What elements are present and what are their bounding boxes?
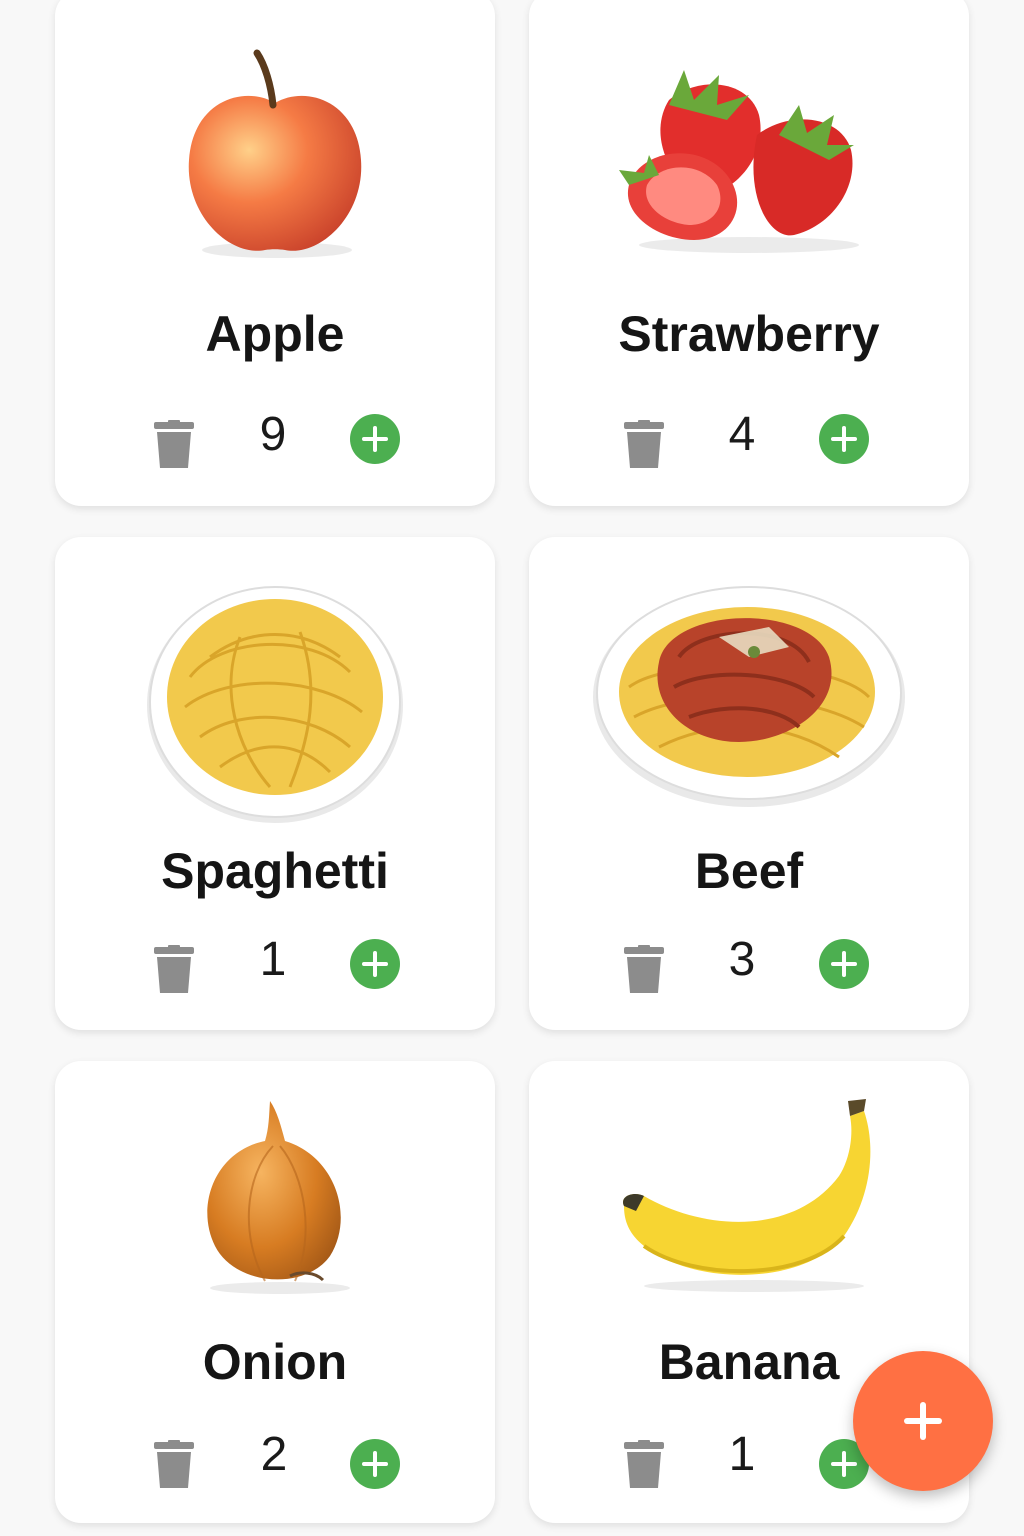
item-quantity: 2 <box>260 1428 288 1481</box>
item-quantity: 3 <box>728 933 756 986</box>
item-quantity: 9 <box>259 408 287 461</box>
spaghetti-icon <box>55 577 495 827</box>
item-name: Beef <box>694 843 804 899</box>
banana-icon <box>529 1096 969 1296</box>
grocery-screen: Apple 9 Strawberry 4 Spaghetti 1 Beef 3 … <box>0 0 1024 1536</box>
trash-icon[interactable] <box>152 945 196 995</box>
item-card-strawberry[interactable]: Strawberry 4 <box>529 0 969 506</box>
add-quantity-button[interactable] <box>350 1439 400 1489</box>
item-card-spaghetti[interactable]: Spaghetti 1 <box>55 537 495 1030</box>
onion-icon <box>55 1096 495 1296</box>
trash-icon[interactable] <box>622 945 666 995</box>
item-name: Onion <box>202 1334 348 1390</box>
item-name: Spaghetti <box>161 843 389 899</box>
item-card-onion[interactable]: Onion 2 <box>55 1061 495 1523</box>
add-quantity-button[interactable] <box>819 939 869 989</box>
beef-icon <box>529 567 969 817</box>
item-quantity: 1 <box>728 1428 756 1481</box>
apple-icon <box>55 45 495 265</box>
item-name: Apple <box>205 306 345 362</box>
add-quantity-button[interactable] <box>350 414 400 464</box>
item-card-apple[interactable]: Apple 9 <box>55 0 495 506</box>
add-quantity-button[interactable] <box>819 414 869 464</box>
add-item-fab[interactable] <box>853 1351 993 1491</box>
item-quantity: 1 <box>259 933 287 986</box>
item-card-beef[interactable]: Beef 3 <box>529 537 969 1030</box>
trash-icon[interactable] <box>152 420 196 470</box>
strawberry-icon <box>529 45 969 265</box>
trash-icon[interactable] <box>622 420 666 470</box>
add-quantity-button[interactable] <box>350 939 400 989</box>
item-quantity: 4 <box>728 408 756 461</box>
trash-icon[interactable] <box>622 1440 666 1490</box>
trash-icon[interactable] <box>152 1440 196 1490</box>
item-name: Strawberry <box>618 306 880 362</box>
